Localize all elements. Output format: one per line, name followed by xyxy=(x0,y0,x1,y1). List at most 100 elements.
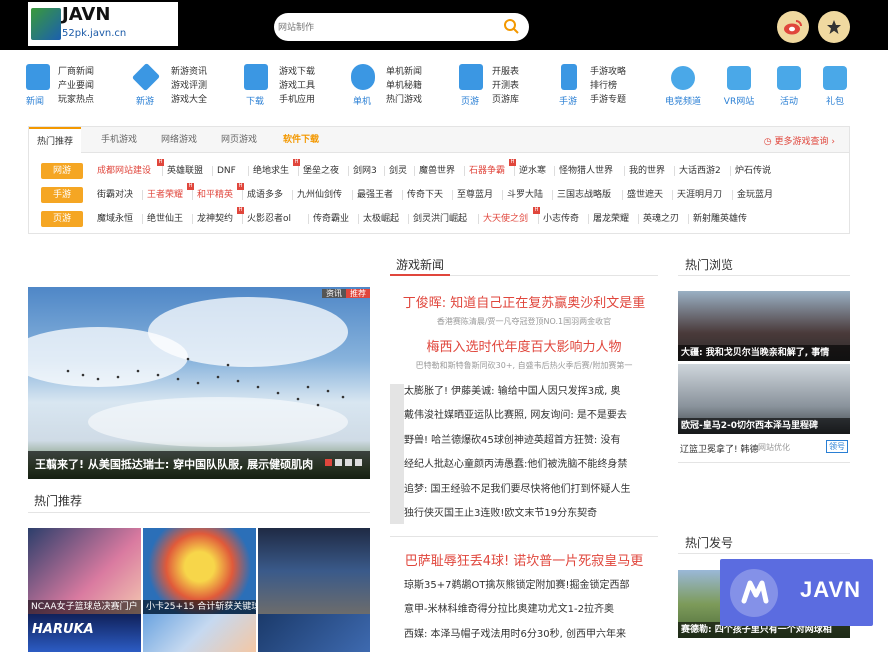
news-item[interactable]: 琼斯35+7鹈鹕OT擒灰熊锁定附加赛!掘金锁定西部 xyxy=(390,574,660,598)
game-link[interactable]: DNF xyxy=(217,163,236,179)
weibo-button[interactable] xyxy=(777,11,809,43)
game-link[interactable]: 火影忍者ol xyxy=(247,211,291,227)
nav-link[interactable]: 玩家热点 xyxy=(58,92,94,105)
game-link[interactable]: 龙神契约 xyxy=(197,211,233,227)
slider-dot[interactable] xyxy=(335,459,342,466)
nav-link[interactable]: 新游资讯 xyxy=(171,64,207,77)
nav-link[interactable]: 开测表 xyxy=(492,78,519,91)
game-link[interactable]: 大天使之剑 xyxy=(483,211,528,227)
nav-cap[interactable]: 新游 xyxy=(136,94,154,107)
game-link[interactable]: 屠龙荣耀 xyxy=(593,211,629,227)
search-input[interactable] xyxy=(278,18,488,36)
nav-link[interactable]: 单机秘籍 xyxy=(386,78,422,91)
browse-card-2[interactable]: 欧冠-皇马2-0切尔西本泽马里程碑 xyxy=(678,364,850,434)
game-link[interactable]: 盛世遮天 xyxy=(627,187,663,203)
slider-caption[interactable]: 王翦来了! 从美国抵达瑞士: 穿中国队队服, 展示健硕肌肉 xyxy=(28,451,370,479)
nav-cap[interactable]: 新闻 xyxy=(26,94,44,107)
nav-link[interactable]: 页游库 xyxy=(492,92,519,105)
slider-dot[interactable] xyxy=(355,459,362,466)
game-link[interactable]: 魔域永恒 xyxy=(97,211,133,227)
slider-dot[interactable] xyxy=(345,459,352,466)
more-games-link[interactable]: ◷ 更多游戏查询 › xyxy=(764,134,835,147)
nav-link[interactable]: 游戏大全 xyxy=(171,92,207,105)
nav-link[interactable]: 排行榜 xyxy=(590,78,617,91)
news-item[interactable]: 独行侠灭国王止3连败!欧文末节19分东契奇 xyxy=(390,502,660,526)
thumb-card[interactable]: HARUKA xyxy=(28,614,141,652)
game-link[interactable]: 绝世仙王 xyxy=(147,211,183,227)
game-link[interactable]: 我的世界 xyxy=(629,163,665,179)
news-item[interactable]: 野兽! 哈兰德爆砍45球创神迹英超首方狂赞: 没有 xyxy=(390,429,660,453)
tab-hot[interactable]: 热门推荐 xyxy=(29,127,82,154)
game-link[interactable]: 炉石传说 xyxy=(735,163,771,179)
nav-link[interactable]: 厂商新闻 xyxy=(58,64,94,77)
tab-mobile[interactable]: 手机游戏 xyxy=(93,127,145,153)
giftpack-link[interactable]: 礼包 xyxy=(818,64,852,108)
game-link[interactable]: 金玩蓝月 xyxy=(737,187,773,203)
nav-link[interactable]: 手游攻略 xyxy=(590,64,626,77)
game-link[interactable]: 成都网站建设 xyxy=(97,163,151,179)
nav-link[interactable]: 游戏下载 xyxy=(279,64,315,77)
game-link[interactable]: 太极崛起 xyxy=(363,211,399,227)
monitor-icon[interactable] xyxy=(459,64,483,90)
thumb-card[interactable] xyxy=(258,614,370,652)
news-item[interactable]: 经纪人批赵心童颜丙涛愚蠢:他们被洗脑不能终身禁 xyxy=(390,453,660,477)
vr-link[interactable]: VR网站 xyxy=(722,64,756,108)
headline-3[interactable]: 巴萨耻辱狂丢4球! 诺坎普一片死寂皇马更 xyxy=(390,550,658,569)
game-link[interactable]: 天涯明月刀 xyxy=(677,187,722,203)
nav-cap[interactable]: 页游 xyxy=(461,94,479,107)
thumb-card[interactable] xyxy=(258,528,370,614)
tab-web[interactable]: 网页游戏 xyxy=(213,127,265,153)
news-item[interactable]: 西媒: 本泽马帽子戏法用时6分30秒, 创西甲六年来 xyxy=(390,623,660,647)
game-link[interactable]: 新射雕英雄传 xyxy=(693,211,747,227)
game-link[interactable]: 石器争霸 xyxy=(469,163,505,179)
news-item[interactable]: 太膨胀了! 伊藤美诚: 输给中国人因只发挥3成, 奥 xyxy=(390,380,660,404)
phone-icon[interactable] xyxy=(561,64,577,90)
get-code-button[interactable]: 领号 xyxy=(826,440,848,453)
search-icon[interactable] xyxy=(503,18,519,34)
pacman-icon[interactable] xyxy=(351,64,375,90)
game-link[interactable]: 魔兽世界 xyxy=(419,163,455,179)
game-link[interactable]: 小志传奇 xyxy=(543,211,579,227)
nav-link[interactable]: 产业要闻 xyxy=(58,78,94,91)
tab-software[interactable]: 软件下载 xyxy=(275,127,327,153)
browse-link[interactable]: 辽篮卫冕拿了! 韩德 xyxy=(680,442,758,455)
thumb-card[interactable]: 小卡25+15 合计斩获关键球 xyxy=(143,528,256,614)
headline-2[interactable]: 梅西入选时代年度百大影响力人物 xyxy=(390,336,658,355)
favorite-button[interactable] xyxy=(818,11,850,43)
game-link[interactable]: 剑灵洪门崛起 xyxy=(413,211,467,227)
game-link[interactable]: 大话西游2 xyxy=(679,163,721,179)
news-item[interactable]: 戴伟浚社媒晒亚运队比赛照, 网友询问: 是不是要去 xyxy=(390,404,660,428)
game-link[interactable]: 斗罗大陆 xyxy=(507,187,543,203)
nav-link[interactable]: 开服表 xyxy=(492,64,519,77)
game-link[interactable]: 街霸对决 xyxy=(97,187,133,203)
nav-link[interactable]: 单机新闻 xyxy=(386,64,422,77)
browse-card-1[interactable]: 大疆: 我和戈贝尔当晚亲和解了, 事情 xyxy=(678,291,850,361)
featured-slider[interactable]: 资讯 推荐 王翦来了! 从美国抵达瑞士: 穿中国队队服, 展示健硕肌肉 xyxy=(28,287,370,479)
nav-cap[interactable]: 手游 xyxy=(559,94,577,107)
esports-link[interactable]: 电竞频道 xyxy=(665,64,701,108)
headline-1[interactable]: 丁俊晖: 知道自己正在复苏赢奥沙利文是重 xyxy=(390,292,658,311)
game-link[interactable]: 逆水寒 xyxy=(519,163,546,179)
nav-link[interactable]: 热门游戏 xyxy=(386,92,422,105)
diamond-icon[interactable] xyxy=(131,62,161,92)
game-link[interactable]: 成语多多 xyxy=(247,187,283,203)
game-link[interactable]: 最强王者 xyxy=(357,187,393,203)
game-link[interactable]: 传奇下天 xyxy=(407,187,443,203)
game-link[interactable]: 传奇霸业 xyxy=(313,211,349,227)
game-link[interactable]: 九州仙剑传 xyxy=(297,187,342,203)
download-icon[interactable] xyxy=(244,64,268,90)
news-item[interactable]: 追梦: 国王经验不足我们要尽快将他们打到怀疑人生 xyxy=(390,478,660,502)
nav-link[interactable]: 游戏评测 xyxy=(171,78,207,91)
game-link[interactable]: 至尊蓝月 xyxy=(457,187,493,203)
nav-cap[interactable]: 单机 xyxy=(353,94,371,107)
game-link[interactable]: 绝地求生 xyxy=(253,163,289,179)
news-icon[interactable] xyxy=(26,64,50,90)
thumb-card[interactable] xyxy=(143,614,256,652)
game-link[interactable]: 和平精英 xyxy=(197,187,233,203)
nav-cap[interactable]: 下载 xyxy=(246,94,264,107)
headline-2-sub[interactable]: 巴特勒和斯特鲁斯同砍30+, 自盛韦后热火季后赛/附加赛第一 xyxy=(390,360,658,371)
game-link[interactable]: 王者荣耀 xyxy=(147,187,183,203)
game-link[interactable]: 英魂之刃 xyxy=(643,211,679,227)
nav-link[interactable]: 手游专题 xyxy=(590,92,626,105)
headline-1-sub[interactable]: 香港赛陈清晨/贾一凡夺冠登顶NO.1国羽两金收官 xyxy=(390,316,658,327)
